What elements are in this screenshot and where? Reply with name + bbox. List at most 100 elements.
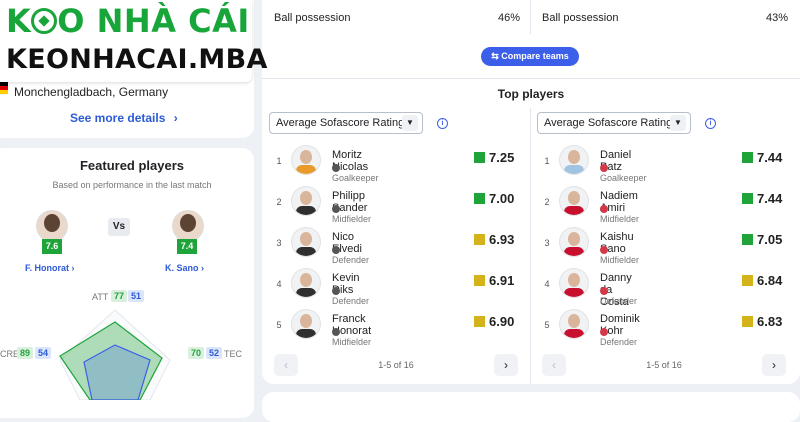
player-rating: 6.83: [757, 314, 783, 329]
radar-chart: [59, 309, 171, 400]
player-position: Midfielder: [600, 204, 639, 224]
vs-badge: Vs: [108, 218, 130, 236]
player-position: Defender: [332, 286, 369, 306]
home-rating-select[interactable]: Average Sofascore Rating ▼: [269, 112, 423, 134]
player-avatar[interactable]: [291, 186, 321, 216]
featured-players-subtitle: Based on performance in the last match: [52, 180, 212, 190]
player-rank: 4: [276, 279, 282, 289]
rating-color-indicator: [742, 275, 753, 286]
team-badge-icon: [600, 328, 608, 336]
team-badge-icon: [332, 205, 340, 213]
home-player-rating: 7.6: [42, 239, 62, 254]
player-position: Defender: [332, 245, 369, 265]
team-badge-icon: [332, 246, 340, 254]
rating-color-indicator: [742, 193, 753, 204]
player-avatar[interactable]: [559, 186, 589, 216]
player-avatar[interactable]: [559, 145, 589, 175]
chevron-right-icon: ›: [201, 263, 205, 273]
info-icon[interactable]: i: [705, 118, 716, 129]
away-player-rating: 7.4: [177, 239, 197, 254]
home-possession-label: Ball possession: [274, 12, 351, 24]
team-badge-icon: [600, 164, 608, 172]
away-prev-page-button[interactable]: ‹: [542, 354, 566, 376]
home-player-name-link[interactable]: F. Honorat ›: [25, 263, 75, 273]
player-position: Midfielder: [332, 327, 371, 347]
germany-flag-icon: [0, 82, 8, 94]
compare-icon: ⇆: [491, 51, 502, 61]
chevron-right-icon: ›: [71, 263, 75, 273]
away-pager-text: 1-5 of 16: [646, 360, 682, 370]
home-next-page-button[interactable]: ›: [494, 354, 518, 376]
away-player-name-link[interactable]: K. Sano ›: [165, 263, 204, 273]
away-rating-select[interactable]: Average Sofascore Rating ▼: [537, 112, 691, 134]
home-prev-page-button[interactable]: ‹: [274, 354, 298, 376]
next-card: [262, 392, 800, 422]
chevron-right-icon: ›: [173, 111, 178, 125]
player-rank: 4: [544, 279, 550, 289]
player-rank: 2: [276, 197, 282, 207]
team-badge-icon: [332, 328, 340, 336]
player-rating: 7.44: [757, 150, 783, 165]
radar-tec-home: 70: [188, 347, 205, 359]
featured-players-title: Featured players: [79, 158, 185, 173]
player-rank: 5: [544, 320, 550, 330]
rating-color-indicator: [742, 152, 753, 163]
away-player-avatar[interactable]: [172, 210, 204, 242]
player-avatar[interactable]: [291, 227, 321, 257]
rating-color-indicator: [474, 193, 485, 204]
rating-color-indicator: [474, 275, 485, 286]
see-more-details-link[interactable]: See more details ›: [70, 111, 178, 125]
radar-label-tec: TEC: [224, 349, 242, 359]
top-players-title: Top players: [497, 87, 565, 101]
compare-teams-button[interactable]: ⇆ Compare teams: [481, 47, 579, 66]
team-badge-icon: [600, 246, 608, 254]
player-position: Defender: [600, 286, 637, 306]
home-pager-text: 1-5 of 16: [378, 360, 414, 370]
rating-color-indicator: [742, 234, 753, 245]
player-avatar[interactable]: [291, 268, 321, 298]
rating-color-indicator: [742, 316, 753, 327]
away-possession-value: 43%: [766, 12, 789, 24]
player-rating: 7.44: [757, 191, 783, 206]
player-rating: 6.90: [489, 314, 515, 329]
site-logo: KO NHÀ CÁI KEONHACAI.MBA: [0, 0, 267, 82]
home-possession-value: 46%: [498, 12, 521, 24]
player-avatar[interactable]: [291, 309, 321, 339]
player-rating: 6.93: [489, 232, 515, 247]
player-position: Defender: [600, 327, 637, 347]
player-position: Goalkeeper: [600, 163, 647, 183]
player-rating: 7.25: [489, 150, 515, 165]
player-rank: 5: [276, 320, 282, 330]
player-avatar[interactable]: [559, 227, 589, 257]
player-rating: 6.84: [757, 273, 783, 288]
player-position: Midfielder: [332, 204, 371, 224]
rating-color-indicator: [474, 152, 485, 163]
info-icon[interactable]: i: [437, 118, 448, 129]
team-badge-icon: [600, 287, 608, 295]
rating-color-indicator: [474, 234, 485, 245]
player-avatar[interactable]: [291, 145, 321, 175]
away-next-page-button[interactable]: ›: [762, 354, 786, 376]
possession-divider: [530, 0, 531, 34]
radar-cre-home: 89: [17, 347, 34, 359]
home-player-avatar[interactable]: [36, 210, 68, 242]
player-avatar[interactable]: [559, 268, 589, 298]
radar-tec-away: 52: [206, 347, 223, 359]
player-position: Goalkeeper: [332, 163, 379, 183]
team-badge-icon: [332, 164, 340, 172]
venue-location: Monchengladbach, Germany: [14, 85, 169, 99]
player-rank: 3: [276, 238, 282, 248]
player-rating: 7.05: [757, 232, 783, 247]
caret-down-icon: ▼: [670, 115, 686, 131]
team-badge-icon: [600, 205, 608, 213]
player-rank: 1: [276, 156, 282, 166]
soccer-ball-icon: [31, 8, 58, 34]
player-avatar[interactable]: [559, 309, 589, 339]
logo-line-1: KO NHÀ CÁI: [6, 2, 250, 40]
rating-color-indicator: [474, 316, 485, 327]
section-divider: [262, 78, 800, 79]
player-rank: 3: [544, 238, 550, 248]
team-badge-icon: [332, 287, 340, 295]
player-position: Midfielder: [600, 245, 639, 265]
away-possession-label: Ball possession: [542, 12, 619, 24]
